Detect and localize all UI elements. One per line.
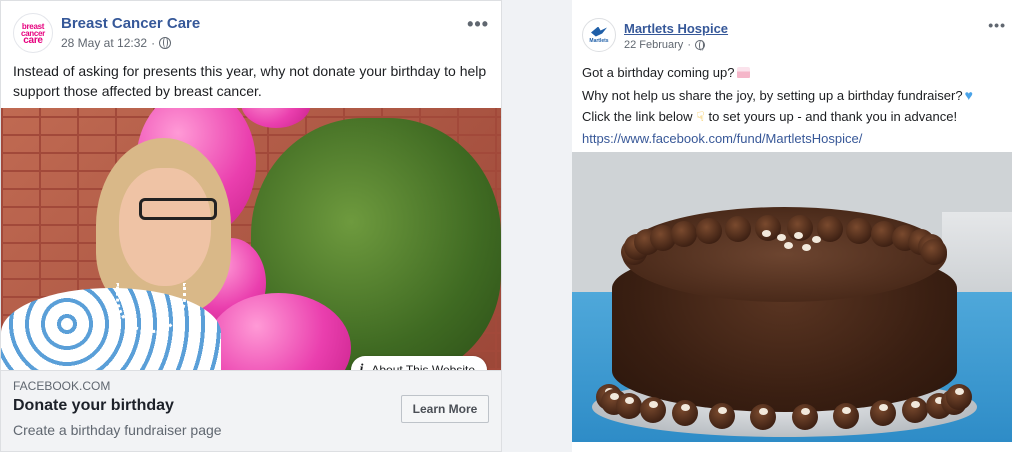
link-description: Create a birthday fundraiser page bbox=[13, 422, 222, 438]
blue-heart-emoji-icon: ♥ bbox=[964, 87, 973, 103]
martlet-bird-icon bbox=[591, 26, 607, 37]
white-chocolate-dot bbox=[762, 230, 771, 237]
white-chocolate-dot bbox=[802, 244, 811, 251]
post-image[interactable] bbox=[572, 152, 1012, 442]
post-timestamp[interactable]: 22 February bbox=[624, 39, 683, 51]
post-image[interactable] bbox=[1, 108, 501, 370]
post-timestamp[interactable]: 28 May at 12:32 bbox=[61, 36, 147, 50]
post-meta: 22 February · bbox=[624, 39, 705, 51]
post-line-2: Why not help us share the joy, by settin… bbox=[582, 84, 1007, 106]
avatar-text: Martlets bbox=[589, 37, 609, 44]
meta-separator: · bbox=[151, 36, 156, 50]
post-text: Instead of asking for presents this year… bbox=[13, 63, 487, 99]
page-name-link[interactable]: Breast Cancer Care bbox=[61, 15, 200, 32]
post-header: breast cancer care Breast Cancer Care 28… bbox=[13, 13, 489, 53]
frosting-swirl bbox=[921, 239, 947, 265]
cake-emoji-icon bbox=[737, 67, 751, 78]
white-chocolate-dot bbox=[717, 406, 727, 414]
post-meta: 28 May at 12:32 · bbox=[61, 36, 172, 50]
line-text: Click the link below bbox=[582, 109, 693, 124]
link-preview[interactable]: FACEBOOK.COM Donate your birthday Create… bbox=[1, 370, 501, 451]
glasses-shape bbox=[139, 198, 217, 220]
line-text: Got a birthday coming up? bbox=[582, 65, 735, 80]
white-chocolate-dot bbox=[784, 242, 793, 249]
link-headline[interactable]: Donate your birthday bbox=[13, 397, 174, 415]
cake-top-shape bbox=[622, 207, 947, 302]
more-options-icon[interactable]: ••• bbox=[467, 15, 489, 33]
post-header: Martlets Martlets Hospice 22 February · … bbox=[582, 18, 1012, 54]
globe-icon[interactable] bbox=[159, 37, 172, 49]
post-line-1: Got a birthday coming up? bbox=[582, 62, 1007, 84]
white-chocolate-dot bbox=[758, 407, 768, 415]
white-chocolate-dot bbox=[777, 234, 786, 241]
post-line-3: Click the link below ☟ to set yours up - a… bbox=[582, 106, 1007, 128]
martlets-hospice-post: Martlets Martlets Hospice 22 February · … bbox=[572, 0, 1012, 452]
white-chocolate-dot bbox=[955, 388, 964, 395]
pointing-down-emoji-icon: ☟ bbox=[696, 109, 705, 124]
learn-more-button[interactable]: Learn More bbox=[401, 395, 489, 423]
frosting-swirl bbox=[670, 221, 697, 248]
breast-cancer-care-avatar[interactable]: breast cancer care bbox=[13, 13, 53, 53]
post-text: Got a birthday coming up? Why not help u… bbox=[582, 62, 1007, 150]
post-line-4: https://www.facebook.com/fund/MartletsHo… bbox=[582, 128, 1007, 150]
link-domain: FACEBOOK.COM bbox=[13, 379, 111, 393]
white-chocolate-dot bbox=[842, 406, 852, 414]
white-chocolate-dot bbox=[812, 236, 821, 243]
more-options-icon[interactable]: ••• bbox=[988, 18, 1006, 32]
white-chocolate-dot bbox=[794, 232, 803, 239]
woman-blouse-shape bbox=[1, 288, 221, 370]
woman-face-shape bbox=[119, 168, 211, 286]
line-text: to set yours up - and thank you in advan… bbox=[708, 109, 958, 124]
frosting-swirl bbox=[724, 216, 751, 243]
line-text: Why not help us share the joy, by settin… bbox=[582, 88, 963, 103]
page-name-link[interactable]: Martlets Hospice bbox=[624, 21, 728, 36]
screenshot-stage: breast cancer care Breast Cancer Care 28… bbox=[0, 0, 1012, 452]
globe-icon[interactable] bbox=[694, 40, 705, 51]
white-chocolate-dot bbox=[801, 407, 811, 415]
meta-separator: · bbox=[687, 39, 691, 51]
martlets-hospice-avatar[interactable]: Martlets bbox=[582, 18, 616, 52]
fundraiser-url-link[interactable]: https://www.facebook.com/fund/MartletsHo… bbox=[582, 131, 862, 146]
avatar-text-line-3: care bbox=[23, 34, 43, 46]
breast-cancer-care-post: breast cancer care Breast Cancer Care 28… bbox=[0, 0, 502, 452]
